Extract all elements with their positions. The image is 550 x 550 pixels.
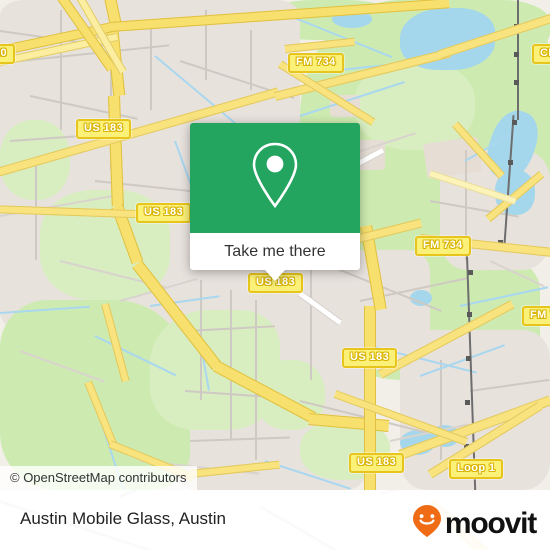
- road-shield: 20: [0, 44, 16, 64]
- road-shield: US 183: [342, 348, 398, 368]
- moovit-pin-icon: [412, 504, 442, 543]
- road-shield: FM 734: [288, 53, 344, 73]
- take-me-there-label: Take me there: [224, 242, 326, 260]
- road-shield: FM 7: [522, 306, 550, 326]
- map-pin-icon: [246, 140, 304, 217]
- take-me-there-button[interactable]: Take me there: [190, 233, 360, 270]
- location-popup-card[interactable]: Take me there: [190, 123, 360, 281]
- moovit-wordmark: moovit: [444, 506, 537, 540]
- popup-header: [190, 123, 360, 233]
- moovit-logo[interactable]: moovit: [412, 504, 537, 543]
- page-footer: Austin Mobile Glass, Austin moovit: [0, 490, 550, 550]
- road-shield: FM 734: [415, 236, 471, 256]
- road-shield: US 183: [136, 203, 192, 223]
- map-screenshot-page: 20 US 183 FM 734 CR US 183 FM 734 US 183…: [0, 0, 550, 550]
- page-title: Austin Mobile Glass, Austin: [20, 509, 226, 528]
- road-shield: US 183: [349, 453, 405, 473]
- road-shield: CR: [532, 44, 550, 64]
- map-canvas[interactable]: 20 US 183 FM 734 CR US 183 FM 734 US 183…: [0, 0, 550, 490]
- map-attribution[interactable]: © OpenStreetMap contributors: [0, 466, 197, 490]
- road-shield: Loop 1: [449, 459, 504, 479]
- road-shield: US 183: [76, 119, 132, 139]
- popup-pointer: [265, 270, 285, 281]
